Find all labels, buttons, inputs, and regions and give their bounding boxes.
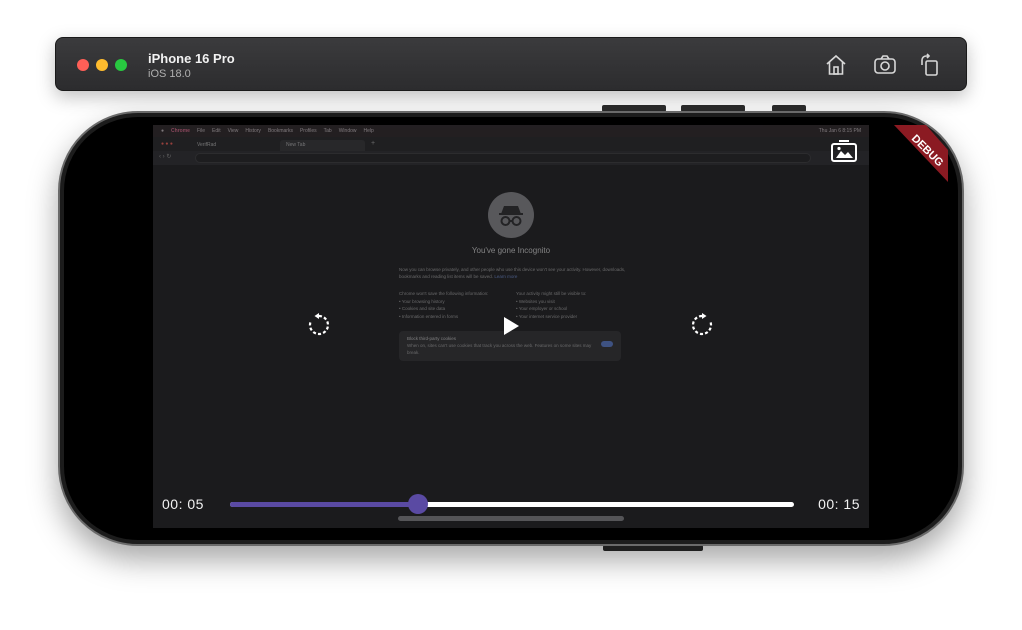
menubar-clock: Thu Jan 6 8:15 PM (818, 128, 861, 134)
screenshot-icon[interactable] (873, 53, 897, 77)
play-icon[interactable] (502, 316, 520, 336)
menu-item: Help (363, 128, 374, 134)
list-item-text: Your browsing history (401, 298, 445, 304)
menu-item: Bookmarks (267, 128, 293, 134)
menu-item: Tab (323, 128, 332, 134)
new-tab-icon: + (371, 140, 376, 147)
menu-item: Profiles (299, 128, 317, 134)
browser-toolbar: ‹ › ↻ (153, 151, 869, 165)
learn-more-link: Learn more (494, 274, 518, 279)
minimize-window-button[interactable] (96, 59, 108, 71)
list-item-text: Your internet service provider (518, 313, 578, 319)
picture-in-picture-icon[interactable] (830, 139, 858, 163)
browser-tab: New Tab (280, 140, 365, 151)
list-item: • Your browsing history (399, 298, 445, 304)
list-item-text: Your employer or school (518, 306, 568, 311)
device-name: iPhone 16 Pro (148, 51, 235, 66)
os-version: iOS 18.0 (148, 68, 191, 80)
menu-item: Chrome (171, 128, 190, 134)
not-saved-heading: Chrome won't save the following informat… (399, 291, 489, 296)
home-icon[interactable] (824, 53, 848, 77)
mac-menubar: ● Chrome File Edit View History Bookmark… (153, 125, 869, 137)
rotate-icon[interactable] (918, 53, 942, 77)
close-window-button[interactable] (77, 59, 89, 71)
window-dots-icon: ● ● ● (161, 141, 173, 147)
menu-item: History (245, 128, 261, 134)
list-item: • Your internet service provider (516, 313, 578, 319)
current-time: 00: 05 (162, 496, 204, 512)
forward-icon[interactable] (689, 312, 715, 338)
slider-thumb[interactable] (407, 494, 428, 514)
address-bar (195, 153, 811, 163)
list-item-text: Cookies and site data (401, 306, 446, 311)
apple-icon: ● (161, 128, 165, 134)
visible-to-list: Your activity might still be visible to:… (516, 290, 626, 320)
cookie-toggle (601, 341, 613, 347)
cookie-title: Block third-party cookies (407, 336, 457, 341)
list-item-text: Websites you visit (518, 298, 555, 304)
menu-item: View (227, 128, 239, 134)
list-item: • Websites you visit (516, 298, 555, 304)
simulator-title-bar: iPhone 16 Pro iOS 18.0 (55, 37, 967, 91)
progress-fill (230, 502, 418, 507)
incognito-icon (488, 192, 534, 238)
incognito-title: You've gone Incognito (471, 246, 551, 255)
home-indicator[interactable] (398, 516, 624, 521)
list-item-text: Information entered in forms (401, 313, 459, 319)
nav-arrows-icon: ‹ › ↻ (159, 154, 172, 160)
list-item: • Cookies and site data (399, 306, 446, 311)
menu-item: Edit (212, 128, 221, 134)
menu-item: File (196, 128, 205, 134)
progress-slider[interactable] (230, 494, 794, 514)
list-item: • Information entered in forms (399, 313, 459, 319)
video-player-screen[interactable]: ● Chrome File Edit View History Bookmark… (153, 125, 869, 528)
incognito-intro: Now you can browse privately, and other … (399, 266, 629, 280)
replay-icon[interactable] (306, 312, 332, 338)
cookie-text: When on, sites can't use cookies that tr… (407, 343, 592, 355)
browser-tab: VerifRad (197, 142, 217, 148)
visible-heading: Your activity might still be visible to: (516, 291, 587, 296)
list-item: • Your employer or school (516, 306, 568, 311)
browser-tabstrip: ● ● ● VerifRad New Tab + (153, 137, 869, 151)
not-saved-list: Chrome won't save the following informat… (399, 290, 509, 320)
menu-item: Window (338, 128, 357, 134)
zoom-window-button[interactable] (115, 59, 127, 71)
total-time: 00: 15 (818, 496, 860, 512)
